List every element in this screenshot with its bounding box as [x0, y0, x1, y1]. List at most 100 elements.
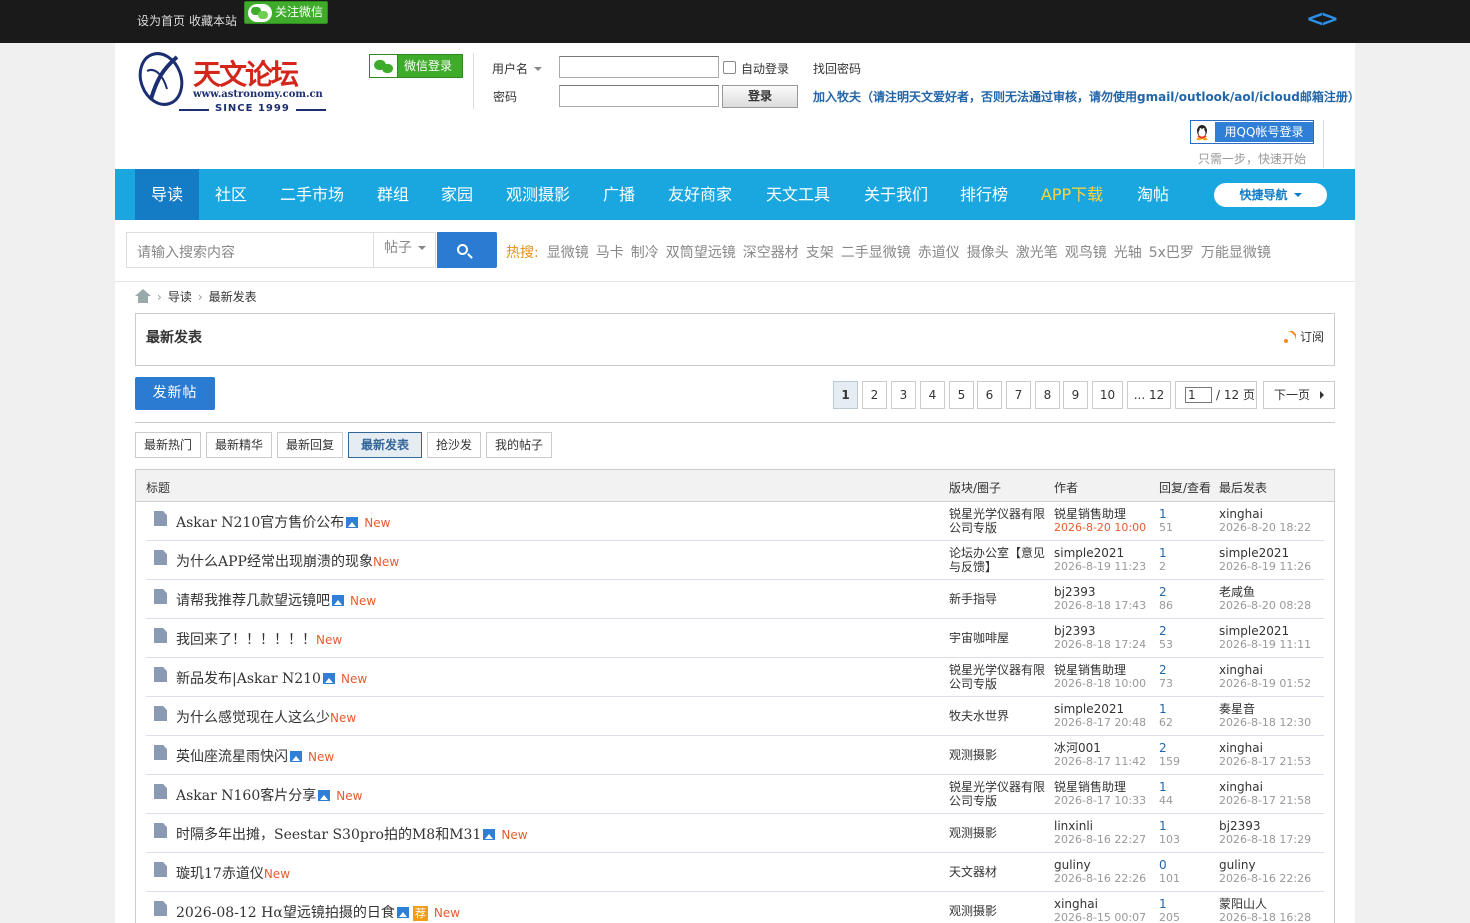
hot-keyword[interactable]: 5x巴罗	[1149, 245, 1194, 261]
nav-item-tools[interactable]: 天文工具	[749, 169, 847, 220]
last-post-date[interactable]: 2026-8-17 21:53	[1219, 755, 1311, 769]
thread-title-text[interactable]: 时隔多年出摊，Seestar S30pro拍的M8和M31	[176, 827, 481, 843]
thread-forum[interactable]: 牧夫水世界	[949, 709, 1049, 723]
hot-keyword[interactable]: 观鸟镜	[1065, 245, 1107, 261]
last-post-date[interactable]: 2026-8-20 18:22	[1219, 521, 1311, 535]
thread-title-text[interactable]: 英仙座流星雨快闪	[176, 749, 288, 765]
page-5[interactable]: 5	[949, 381, 974, 409]
document-icon[interactable]	[154, 550, 167, 565]
thread-title-text[interactable]: 璇玑17赤道仪	[176, 866, 264, 882]
new-post-button[interactable]: 发新帖	[135, 377, 215, 410]
document-icon[interactable]	[154, 706, 167, 721]
nav-item-community[interactable]: 社区	[199, 169, 263, 220]
reply-count[interactable]: 1	[1159, 780, 1173, 794]
hot-keyword[interactable]: 赤道仪	[918, 245, 960, 261]
last-post-user[interactable]: xinghai	[1219, 663, 1311, 677]
page-2[interactable]: 2	[862, 381, 887, 409]
hot-keyword[interactable]: 马卡	[596, 245, 624, 261]
hot-keyword[interactable]: 光轴	[1114, 245, 1142, 261]
document-icon[interactable]	[154, 784, 167, 799]
thread-forum[interactable]: 观测摄影	[949, 904, 1049, 918]
nav-item-groups[interactable]: 群组	[361, 169, 425, 220]
username-input[interactable]	[559, 56, 719, 78]
reply-count[interactable]: 1	[1159, 702, 1173, 716]
last-post-user[interactable]: simple2021	[1219, 546, 1311, 560]
nav-item-home[interactable]: 家园	[425, 169, 489, 220]
reply-count[interactable]: 2	[1159, 741, 1180, 755]
document-icon[interactable]	[154, 511, 167, 526]
thread-forum[interactable]: 观测摄影	[949, 748, 1049, 762]
tab-sofa[interactable]: 抢沙发	[427, 432, 481, 458]
hot-keyword[interactable]: 制冷	[631, 245, 659, 261]
hot-keyword[interactable]: 双筒望远镜	[666, 245, 736, 261]
hot-keyword[interactable]: 摄像头	[967, 245, 1009, 261]
qq-login-button[interactable]: 用QQ帐号登录	[1190, 120, 1314, 144]
author-name[interactable]: 锐星销售助理	[1054, 780, 1146, 794]
tab-hot[interactable]: 最新热门	[135, 432, 201, 458]
author-name[interactable]: 冰河001	[1054, 741, 1146, 755]
document-icon[interactable]	[154, 745, 167, 760]
width-toggle-icon[interactable]: <>	[1306, 7, 1339, 32]
document-icon[interactable]	[154, 823, 167, 838]
nav-item-guide[interactable]: 导读	[135, 169, 199, 220]
tab-digest[interactable]: 最新精华	[206, 432, 272, 458]
author-name[interactable]: bj2393	[1054, 624, 1146, 638]
author-name[interactable]: xinghai	[1054, 897, 1146, 911]
thread-title[interactable]: Askar N160客片分享 New	[176, 785, 362, 805]
last-post-date[interactable]: 2026-8-16 22:26	[1219, 872, 1311, 886]
thread-title[interactable]: Askar N210官方售价公布 New	[176, 512, 390, 532]
thread-title[interactable]: 请帮我推荐几款望远镜吧 New	[176, 590, 376, 610]
hot-keyword[interactable]: 显微镜	[547, 245, 589, 261]
tab-recent-reply[interactable]: 最新回复	[277, 432, 343, 458]
last-post-user[interactable]: simple2021	[1219, 624, 1311, 638]
search-button[interactable]	[437, 232, 497, 268]
document-icon[interactable]	[154, 901, 167, 916]
author-name[interactable]: simple2021	[1054, 702, 1146, 716]
reply-count[interactable]: 2	[1159, 663, 1173, 677]
wechat-login-button[interactable]: 微信登录	[369, 54, 463, 78]
reply-count[interactable]: 2	[1159, 624, 1173, 638]
hot-keyword[interactable]: 二手显微镜	[841, 245, 911, 261]
page-last[interactable]: ... 12	[1127, 381, 1171, 409]
thread-title-text[interactable]: 2026-08-12 Hα望远镜拍摄的日食	[176, 905, 395, 921]
thread-forum[interactable]: 锐星光学仪器有限公司专版	[949, 780, 1049, 808]
reply-count[interactable]: 2	[1159, 585, 1173, 599]
auto-login-checkbox[interactable]	[723, 61, 736, 74]
next-page-button[interactable]: 下一页	[1263, 381, 1335, 409]
last-post-date[interactable]: 2026-8-17 21:58	[1219, 794, 1311, 808]
last-post-user[interactable]: bj2393	[1219, 819, 1311, 833]
tab-my-posts[interactable]: 我的帖子	[486, 432, 552, 458]
last-post-user[interactable]: 奏星音	[1219, 702, 1311, 716]
quick-nav-button[interactable]: 快捷导航	[1214, 183, 1327, 207]
nav-item-second-hand[interactable]: 二手市场	[263, 169, 361, 220]
login-button[interactable]: 登录	[722, 85, 798, 108]
reply-count[interactable]: 1	[1159, 819, 1180, 833]
author-name[interactable]: 锐星销售助理	[1054, 507, 1146, 521]
thread-title-text[interactable]: 为什么APP经常出现崩溃的现象	[176, 554, 373, 570]
last-post-user[interactable]: xinghai	[1219, 507, 1311, 521]
last-post-date[interactable]: 2026-8-18 12:30	[1219, 716, 1311, 730]
last-post-user[interactable]: xinghai	[1219, 780, 1311, 794]
author-name[interactable]: 锐星销售助理	[1054, 663, 1146, 677]
tab-new-posts[interactable]: 最新发表	[348, 432, 422, 458]
thread-title-text[interactable]: Askar N160客片分享	[176, 788, 316, 804]
thread-forum[interactable]: 新手指导	[949, 592, 1049, 606]
hot-keyword[interactable]: 支架	[806, 245, 834, 261]
thread-forum[interactable]: 宇宙咖啡屋	[949, 631, 1049, 645]
nav-item-observation[interactable]: 观测摄影	[489, 169, 587, 220]
thread-title[interactable]: 璇玑17赤道仪New	[176, 863, 290, 883]
page-8[interactable]: 8	[1035, 381, 1060, 409]
search-type-select[interactable]: 帖子	[373, 233, 436, 267]
password-input[interactable]	[559, 85, 719, 107]
thread-forum[interactable]: 观测摄影	[949, 826, 1049, 840]
nav-item-taotie[interactable]: 淘帖	[1121, 169, 1185, 220]
document-icon[interactable]	[154, 862, 167, 877]
hot-keyword[interactable]: 激光笔	[1016, 245, 1058, 261]
join-link[interactable]: 加入牧夫（请注明天文爱好者，否则无法通过审核，请勿使用gmail/outlook…	[813, 88, 1360, 105]
thread-forum[interactable]: 锐星光学仪器有限公司专版	[949, 663, 1049, 691]
set-home-link[interactable]: 设为首页	[137, 14, 185, 28]
thread-title[interactable]: 我回来了！！！！！！New	[176, 629, 342, 649]
thread-title[interactable]: 2026-08-12 Hα望远镜拍摄的日食 荐 New	[176, 902, 460, 922]
thread-title-text[interactable]: 为什么感觉现在人这么少	[176, 710, 330, 726]
search-input[interactable]: 请输入搜索内容 帖子	[126, 232, 436, 268]
